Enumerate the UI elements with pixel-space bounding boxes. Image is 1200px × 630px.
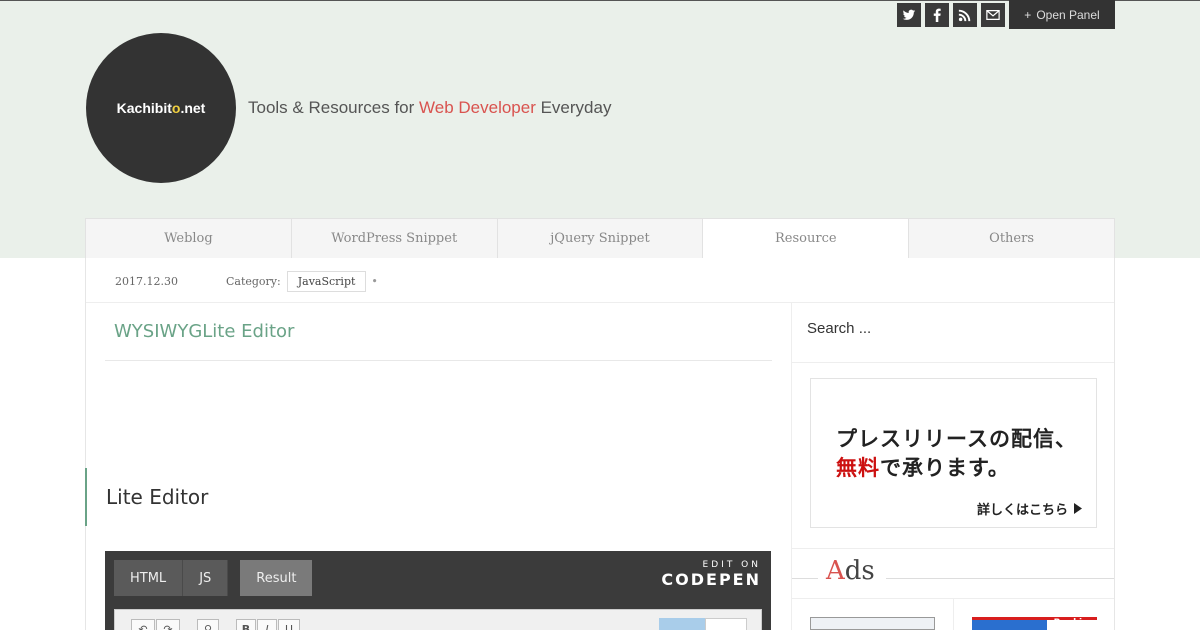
main-nav: Weblog WordPress Snippet jQuery Snippet … (85, 218, 1115, 258)
edit-on-codepen-link[interactable]: EDIT ON CODEPEN (661, 560, 761, 589)
ad-headline-1: プレスリリースの配信、 (836, 427, 1077, 451)
post-title[interactable]: WYSIWYGLite Editor (114, 321, 294, 342)
ad-headline-rest: で承ります。 (880, 456, 1010, 480)
twitter-icon[interactable] (897, 3, 921, 27)
tab-js[interactable]: JS (183, 560, 229, 596)
arrow-right-icon (1074, 503, 1082, 514)
link-icon[interactable]: ⚲ (197, 619, 219, 630)
meta-divider (86, 302, 1114, 303)
ads-heading-rule-right (886, 578, 1114, 579)
ads-heading-rule-left (792, 578, 818, 579)
nav-item-wordpress-snippet[interactable]: WordPress Snippet (292, 219, 498, 258)
post-meta: 2017.12.30 Category: JavaScript • (115, 270, 378, 292)
mail-icon[interactable] (981, 3, 1005, 27)
ad-thumbnail-1[interactable] (810, 617, 935, 630)
tab-result[interactable]: Result (240, 560, 313, 596)
logo-text-after: .net (180, 100, 206, 116)
ads-column-divider (953, 598, 954, 630)
codepen-tabs: HTML JS Result (114, 560, 313, 596)
tagline-after: Everyday (535, 98, 612, 117)
ad-headline-2: 無料で承ります。 (836, 452, 1010, 482)
meta-bullet: • (371, 274, 378, 288)
logo-text-o: o (171, 100, 181, 116)
social-links (897, 3, 1005, 27)
post-date: 2017.12.30 (115, 274, 178, 288)
codepen-logo: CODEPEN (661, 570, 761, 589)
ad-more-label: 詳しくはこちら (976, 503, 1068, 518)
codepen-result-frame: ↶ ↷ ⚲ B I U (114, 609, 762, 630)
ad-thumbnail-ranking[interactable]: Ranking (972, 617, 1097, 630)
ad-headline-free: 無料 (836, 456, 880, 480)
open-panel-button[interactable]: + Open Panel (1009, 0, 1115, 29)
facebook-icon[interactable] (925, 3, 949, 27)
section-heading: Lite Editor (85, 468, 285, 526)
plus-icon: + (1024, 7, 1032, 22)
tagline-accent: Web Developer (419, 98, 536, 117)
tagline-before: Tools & Resources for (248, 98, 420, 117)
ads-heading-rest: ds (844, 556, 875, 586)
nav-item-jquery-snippet[interactable]: jQuery Snippet (498, 219, 704, 258)
bold-icon[interactable]: B (236, 619, 256, 630)
logo-text-before: Kachibit (116, 100, 172, 116)
search-input[interactable]: Search ... (807, 320, 871, 337)
site-logo[interactable]: Kachibit o .net (86, 33, 236, 183)
tab-html[interactable]: HTML (114, 560, 184, 596)
ads-heading-text: Ads (822, 556, 879, 586)
mode-toggle-active[interactable] (659, 618, 705, 630)
nav-item-resource[interactable]: Resource (703, 219, 910, 258)
ads-heading-first: A (826, 556, 845, 586)
site-tagline: Tools & Resources for Web Developer Ever… (248, 98, 611, 118)
undo-icon[interactable]: ↶ (131, 619, 155, 630)
title-divider (105, 360, 772, 361)
redo-icon[interactable]: ↷ (156, 619, 180, 630)
ad-more-link[interactable]: 詳しくはこちら (977, 499, 1082, 518)
press-release-ad[interactable]: プレスリリースの配信、 無料で承ります。 詳しくはこちら (810, 378, 1097, 528)
underline-icon[interactable]: U (278, 619, 300, 630)
italic-icon[interactable]: I (257, 619, 277, 630)
rss-icon[interactable] (953, 3, 977, 27)
nav-item-weblog[interactable]: Weblog (86, 219, 292, 258)
category-tag[interactable]: JavaScript (286, 270, 367, 292)
sidebar-divider (792, 362, 1114, 363)
ads-heading: Ads (792, 556, 1114, 592)
edit-on-label: EDIT ON (702, 560, 761, 570)
mode-toggle-inactive[interactable] (705, 618, 747, 630)
ad-ranking-label: Ranking (1053, 618, 1095, 628)
open-panel-label: Open Panel (1036, 7, 1100, 22)
sidebar-divider-2 (792, 548, 1114, 549)
codepen-embed: HTML JS Result EDIT ON CODEPEN ↶ ↷ ⚲ B I… (105, 551, 771, 630)
nav-item-others[interactable]: Others (909, 219, 1114, 258)
category-label: Category: (225, 274, 281, 288)
